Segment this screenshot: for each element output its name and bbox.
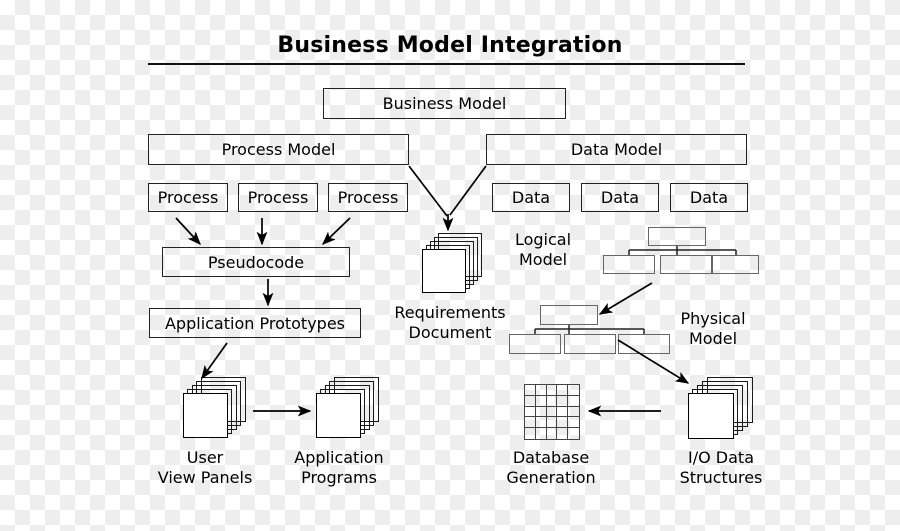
edge-process-model-to-requirements — [408, 165, 448, 217]
edge-process3-to-pseudocode — [322, 217, 351, 245]
diagram-content: Business Model Integration Business Mode… — [0, 0, 900, 531]
edge-data-model-to-requirements — [449, 165, 487, 216]
edge-physical-to-io-data — [617, 339, 690, 384]
edge-prototypes-to-user-view-panels — [201, 342, 228, 380]
diagram-canvas: Business Model Integration Business Mode… — [0, 0, 900, 531]
edge-logical-to-physical — [598, 282, 653, 315]
connector-layer — [175, 165, 690, 417]
edge-process1-to-pseudocode — [175, 217, 201, 245]
